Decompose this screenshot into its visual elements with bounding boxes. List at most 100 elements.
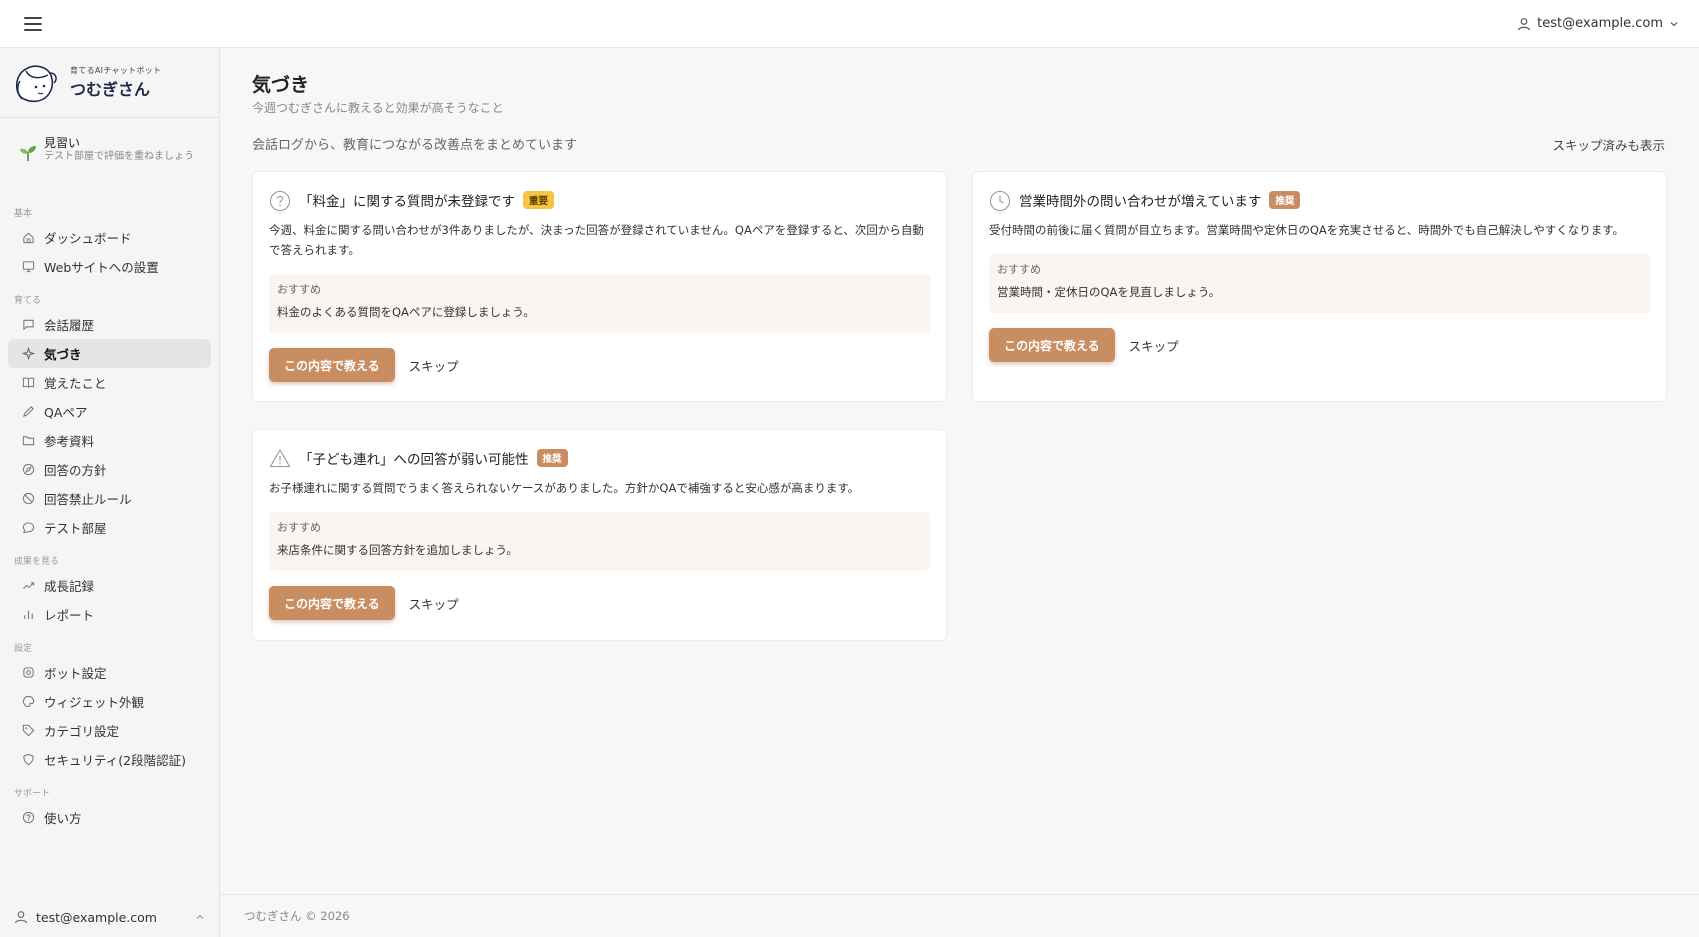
brand[interactable]: 育てるAIチャットボット つむぎさん	[0, 48, 219, 118]
sidebar-item-chat-history[interactable]: 会話履歴	[8, 310, 211, 339]
main-content: 気づき 今週つむぎさんに教えると効果が高そうなこと 会話ログから、教育につながる…	[220, 48, 1699, 894]
sidebar-item-website-setup[interactable]: Webサイトへの設置	[8, 252, 211, 281]
sidebar-item-label: レポート	[44, 608, 95, 623]
insight-card: 「料金」に関する質問が未登録です 重要 今週、料金に関する問い合わせが3件ありま…	[252, 171, 947, 402]
recommendation-label: おすすめ	[277, 521, 321, 534]
teach-button[interactable]: この内容で教える	[989, 328, 1115, 362]
recommendation-label: おすすめ	[277, 283, 321, 296]
sidebar-item-label: Webサイトへの設置	[44, 260, 159, 275]
recommendation-label: おすすめ	[997, 263, 1041, 276]
shield-icon	[23, 753, 34, 766]
user-menu[interactable]: test@example.com	[1517, 16, 1679, 31]
page-title: 気づき	[252, 74, 310, 96]
skip-button[interactable]: スキップ	[409, 356, 459, 375]
sparkle-icon	[22, 347, 35, 360]
sidebar-item-label: セキュリティ(2段階認証)	[44, 753, 186, 768]
bubble-icon	[22, 522, 35, 534]
sidebar-item-growth-log[interactable]: 成長記録	[8, 571, 211, 600]
chevron-up-icon	[196, 914, 204, 919]
section-label-grow: 育てる	[14, 296, 42, 306]
chat-icon	[23, 319, 34, 331]
sidebar-item-label: 成長記録	[44, 579, 95, 594]
bot-level: 見習い テスト部屋で評価を重ねましょう	[0, 118, 219, 194]
sidebar-item-answer-policy[interactable]: 回答の方針	[8, 455, 211, 484]
insight-title: 「料金」に関する質問が未登録です	[299, 194, 515, 210]
sidebar-item-category-settings[interactable]: カテゴリ設定	[8, 716, 211, 745]
trend-icon	[23, 582, 35, 590]
section-label-results: 成果を見る	[14, 557, 60, 567]
sidebar-account[interactable]: test@example.com	[0, 897, 219, 937]
sidebar-item-report[interactable]: レポート	[8, 600, 211, 629]
sidebar-item-security[interactable]: セキュリティ(2段階認証)	[8, 745, 211, 774]
sidebar-item-dashboard[interactable]: ダッシュボード	[8, 223, 211, 252]
skip-button[interactable]: スキップ	[409, 594, 459, 613]
sidebar-item-label: 使い方	[44, 811, 82, 826]
insight-card: 「子ども連れ」への回答が弱い可能性 推奨 お子様連れに関する質問でうまく答えられ…	[252, 429, 947, 641]
user-icon	[1518, 17, 1531, 30]
chevron-down-icon	[1670, 21, 1678, 26]
page-footer: つむぎさん © 2026	[220, 894, 1699, 937]
question-icon	[269, 190, 291, 211]
sidebar-item-label: 会話履歴	[44, 318, 95, 333]
recommendation-text: 料金のよくある質問をQAペアに登録しましょう。	[277, 305, 535, 319]
sidebar-item-label: 回答禁止ルール	[44, 492, 132, 507]
help-icon	[22, 811, 35, 824]
priority-badge: 推奨	[1269, 191, 1301, 209]
sidebar-item-label: テスト部屋	[44, 521, 107, 536]
palette-icon	[22, 695, 35, 708]
sidebar-item-reference[interactable]: 参考資料	[8, 426, 211, 455]
insight-body: 受付時間の前後に届く質問が目立ちます。営業時間や定休日のQAを充実させると、時間…	[989, 223, 1625, 237]
sidebar-item-label: ダッシュボード	[44, 231, 132, 246]
section-label-basic: 基本	[14, 209, 33, 219]
home-icon	[23, 232, 34, 244]
recommendation-box: おすすめ 営業時間・定休日のQAを見直しましょう。	[989, 254, 1650, 313]
recommendation-box: おすすめ 来店条件に関する回答方針を追加しましょう。	[269, 512, 930, 571]
sidebar-item-test-room[interactable]: テスト部屋	[8, 513, 211, 542]
user-icon	[14, 911, 28, 924]
sidebar-item-learned[interactable]: 覚えたこと	[8, 368, 211, 397]
book-icon	[22, 377, 35, 388]
brand-name: つむぎさん	[70, 80, 151, 99]
insight-title: 「子ども連れ」への回答が弱い可能性	[299, 452, 529, 468]
sidebar-item-label: ボット設定	[44, 666, 107, 681]
teach-button[interactable]: この内容で教える	[269, 348, 395, 382]
top-bar: test@example.com	[0, 0, 1699, 48]
folder-icon	[22, 436, 35, 446]
recommendation-text: 来店条件に関する回答方針を追加しましょう。	[277, 543, 518, 557]
priority-badge: 推奨	[536, 449, 568, 467]
sidebar-item-insights[interactable]: 気づき	[8, 339, 211, 368]
sidebar-item-label: カテゴリ設定	[44, 724, 120, 739]
gear-icon	[23, 667, 34, 678]
monitor-icon	[22, 261, 35, 273]
sidebar: 育てるAIチャットボット つむぎさん 見習い テスト部屋で評価を重ねましょう 基…	[0, 48, 220, 937]
sidebar-item-widget-appearance[interactable]: ウィジェット外観	[8, 687, 211, 716]
level-hint: テスト部屋で評価を重ねましょう	[44, 151, 194, 162]
sidebar-item-label: QAペア	[44, 405, 88, 420]
compass-icon	[22, 463, 35, 476]
insight-card: 営業時間外の問い合わせが増えています 推奨 受付時間の前後に届く質問が目立ちます…	[972, 171, 1667, 402]
page-subtitle: 今週つむぎさんに教えると効果が高そうなこと	[252, 101, 504, 115]
show-skipped-toggle[interactable]: スキップ済みも表示	[1552, 135, 1665, 154]
clock-icon	[989, 190, 1011, 211]
level-title: 見習い	[44, 136, 81, 150]
sidebar-item-qa-pairs[interactable]: QAペア	[8, 397, 211, 426]
menu-icon[interactable]	[24, 16, 42, 31]
insight-title: 営業時間外の問い合わせが増えています	[1019, 194, 1262, 210]
sidebar-item-label: 覚えたこと	[44, 376, 107, 391]
sprout-icon	[20, 146, 36, 161]
skip-button[interactable]: スキップ	[1129, 336, 1179, 355]
warning-icon	[269, 448, 291, 468]
section-label-support: サポート	[14, 789, 51, 799]
recommendation-text: 営業時間・定休日のQAを見直しましょう。	[997, 285, 1221, 299]
section-label-settings: 設定	[14, 644, 33, 654]
sidebar-item-label: 気づき	[44, 347, 82, 362]
user-email: test@example.com	[1537, 16, 1663, 31]
sidebar-item-bot-settings[interactable]: ボット設定	[8, 658, 211, 687]
sidebar-item-label: 参考資料	[44, 434, 95, 449]
teach-button[interactable]: この内容で教える	[269, 586, 395, 620]
sidebar-item-label: 回答の方針	[44, 463, 107, 478]
recommendation-box: おすすめ 料金のよくある質問をQAペアに登録しましょう。	[269, 274, 930, 333]
sidebar-item-forbidden-rules[interactable]: 回答禁止ルール	[8, 484, 211, 513]
tag-icon	[22, 724, 35, 737]
sidebar-item-how-to-use[interactable]: 使い方	[8, 803, 211, 832]
